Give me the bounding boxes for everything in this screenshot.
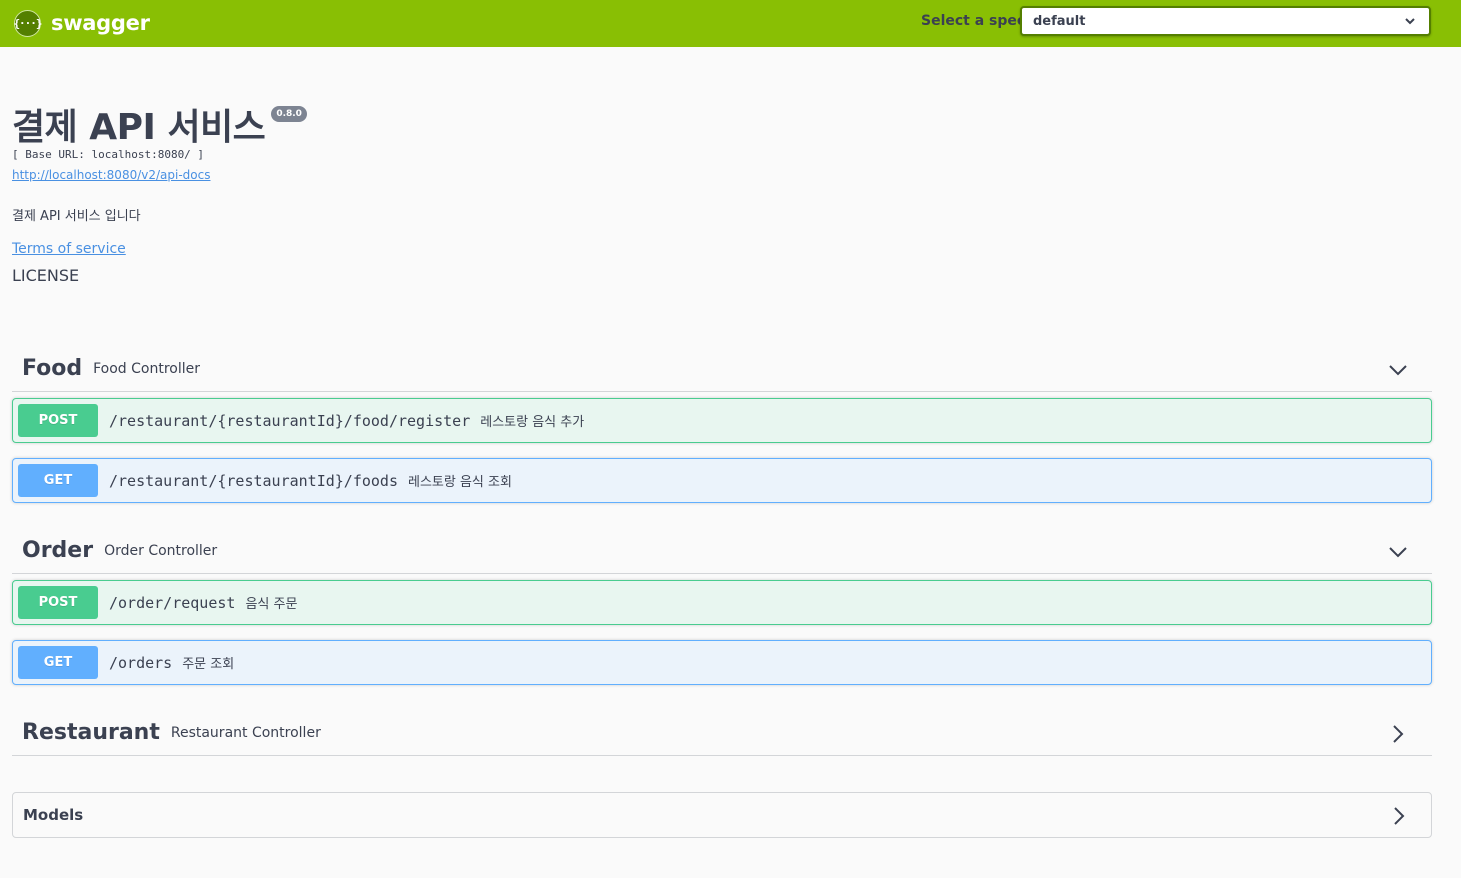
version-badge: 0.8.0	[271, 106, 307, 122]
operation-summary: 레스토랑 음식 추가	[480, 415, 585, 430]
topbar: {···} swagger Select a spec default	[0, 0, 1461, 47]
models-title: Models	[23, 806, 84, 824]
base-url: [ Base URL: localhost:8080/ ]	[12, 148, 205, 161]
tag-name: Food	[22, 356, 83, 381]
operation-summary: 주문 조회	[182, 657, 235, 672]
models-section[interactable]: Models	[12, 792, 1432, 838]
operation-path: /order/request	[109, 593, 236, 612]
method-badge: POST	[18, 586, 98, 619]
chevron-down-icon[interactable]	[1388, 542, 1408, 562]
method-badge: GET	[18, 464, 98, 497]
select-spec-label: Select a spec	[921, 13, 1026, 29]
operation-get-orders[interactable]: GET /orders 주문 조회	[12, 640, 1432, 685]
chevron-down-icon[interactable]	[1388, 360, 1408, 380]
chevron-right-icon[interactable]	[1388, 724, 1408, 744]
tag-order[interactable]: Order Order Controller	[12, 528, 1432, 574]
operation-path: /restaurant/{restaurantId}/food/register	[109, 411, 471, 430]
terms-of-service-link[interactable]: Terms of service	[12, 241, 126, 257]
operation-summary: 레스토랑 음식 조회	[407, 475, 512, 490]
chevron-down-icon	[1405, 18, 1415, 25]
swagger-logo[interactable]: {···} swagger	[13, 9, 150, 37]
tag-description: Restaurant Controller	[170, 724, 321, 741]
tag-name: Order	[22, 538, 94, 563]
operation-get-foods[interactable]: GET /restaurant/{restaurantId}/foods 레스토…	[12, 458, 1432, 503]
tag-restaurant[interactable]: Restaurant Restaurant Controller	[12, 710, 1432, 756]
operation-post-food-register[interactable]: POST /restaurant/{restaurantId}/food/reg…	[12, 398, 1432, 443]
chevron-right-icon[interactable]	[1389, 806, 1409, 826]
api-title-block: 결제 API 서비스 0.8.0	[12, 98, 307, 150]
method-badge: GET	[18, 646, 98, 679]
swagger-logo-text: swagger	[51, 11, 150, 35]
operation-post-order-request[interactable]: POST /order/request 음식 주문	[12, 580, 1432, 625]
api-description: 결제 API 서비스 입니다	[12, 209, 141, 224]
spec-select-value: default	[1033, 13, 1086, 29]
spec-select[interactable]: default	[1020, 6, 1431, 36]
license-text: LICENSE	[12, 266, 80, 285]
operation-path: /orders	[109, 653, 173, 672]
tag-description: Order Controller	[104, 542, 218, 559]
operation-summary: 음식 주문	[245, 597, 298, 612]
api-docs-link[interactable]: http://localhost:8080/v2/api-docs	[12, 168, 210, 182]
operation-path: /restaurant/{restaurantId}/foods	[109, 471, 398, 490]
tag-name: Restaurant	[22, 720, 160, 745]
method-badge: POST	[18, 404, 98, 437]
swagger-logo-icon: {···}	[13, 9, 43, 37]
tag-description: Food Controller	[93, 360, 201, 377]
page-title: 결제 API 서비스	[12, 107, 266, 148]
tag-food[interactable]: Food Food Controller	[12, 346, 1432, 392]
